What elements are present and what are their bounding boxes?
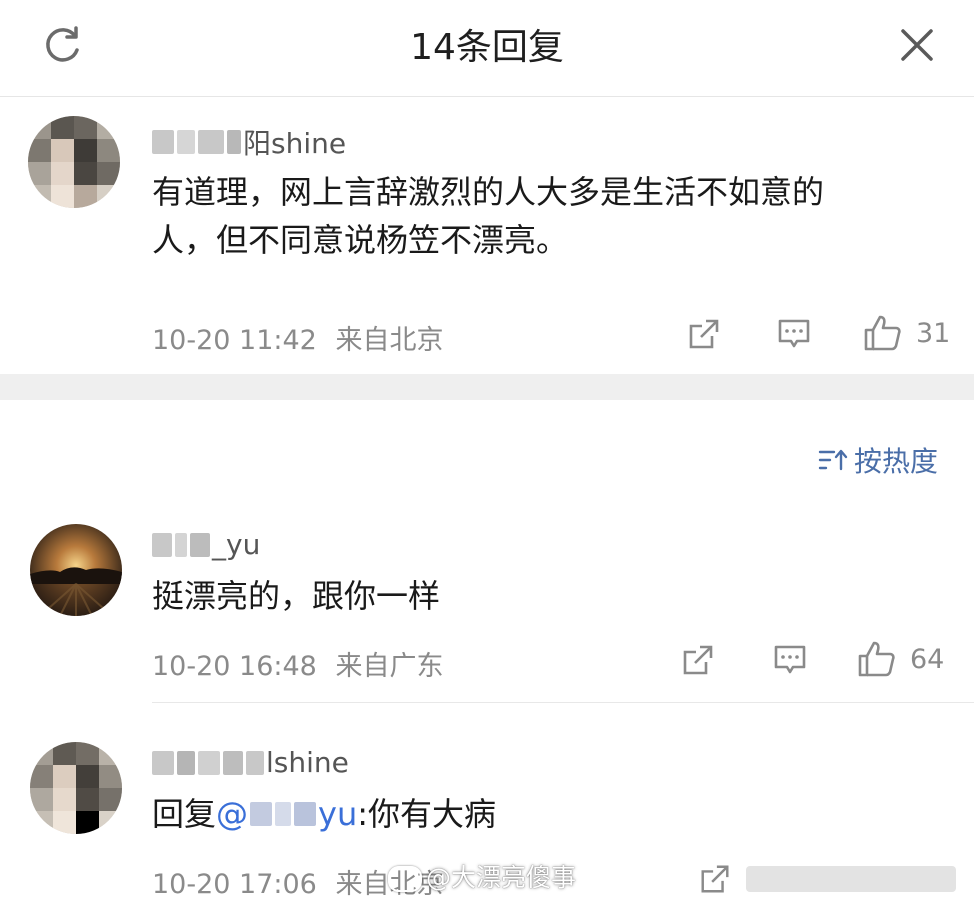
avatar[interactable] [30, 742, 122, 834]
mention-name: yu [318, 795, 358, 833]
watermark-text: @大漂亮傻事 [426, 863, 577, 892]
timestamp: 10-20 16:48 [152, 651, 317, 682]
comment-meta: 10-20 11:42 来自北京 [152, 318, 443, 357]
avatar[interactable] [28, 116, 120, 208]
location: 来自广东 [335, 651, 444, 682]
reply-meta: 10-20 16:48 来自广东 [152, 644, 443, 683]
close-icon[interactable] [894, 22, 940, 68]
sort-toggle[interactable]: 按热度 [818, 440, 938, 480]
avatar[interactable] [30, 524, 122, 616]
like-count: 31 [916, 318, 951, 349]
pixelated-avatar-image [28, 116, 120, 208]
sunset-avatar-image [30, 524, 122, 616]
weibo-logo-icon [388, 866, 422, 892]
mention-at: @ [216, 795, 249, 833]
reply-text: 挺漂亮的，跟你一样 [152, 577, 441, 615]
reply-text: 回复 @ yu :你有大病 [152, 790, 496, 838]
location: 来自北京 [335, 325, 444, 356]
row-divider [152, 702, 974, 703]
timestamp: 10-20 11:42 [152, 325, 317, 356]
reply-body: :你有大病 [357, 795, 497, 833]
redacted-actions [746, 866, 956, 892]
redacted-username-part [152, 532, 210, 557]
like-icon[interactable] [856, 638, 898, 680]
sort-label: 按热度 [854, 445, 939, 478]
username[interactable]: _yu [152, 528, 260, 561]
comment-icon[interactable] [776, 316, 812, 352]
reply-prefix: 回复 [152, 795, 217, 833]
comment-icon[interactable] [772, 642, 808, 678]
like-count: 64 [910, 644, 945, 675]
comment-text: 有道理，网上言辞激烈的人大多是生活不如意的 人，但不同意说杨笠不漂亮。 [152, 168, 952, 264]
redacted-username-part [152, 130, 241, 154]
username[interactable]: lshine [152, 746, 349, 779]
timestamp: 10-20 17:06 [152, 869, 317, 900]
sort-icon [818, 449, 848, 471]
share-icon[interactable] [680, 642, 716, 678]
username[interactable]: 阳shine [152, 122, 346, 162]
section-divider [0, 374, 974, 400]
like-icon[interactable] [862, 312, 904, 354]
pixelated-avatar-image [30, 742, 122, 834]
mention-link[interactable]: @ yu [216, 790, 357, 838]
header: 14条回复 [0, 0, 974, 97]
comment-text-line: 有道理，网上言辞激烈的人大多是生活不如意的 [152, 173, 825, 211]
redacted-mention-part [250, 802, 317, 826]
redacted-username-part [152, 750, 264, 775]
username-text: 阳shine [243, 127, 347, 160]
username-text: lshine [266, 746, 349, 779]
username-text: _yu [212, 528, 261, 561]
share-icon[interactable] [686, 316, 722, 352]
share-icon[interactable] [698, 862, 732, 896]
comment-text-line: 人，但不同意说杨笠不漂亮。 [152, 221, 569, 259]
watermark: @大漂亮傻事 [388, 858, 576, 894]
page-title: 14条回复 [410, 27, 564, 68]
